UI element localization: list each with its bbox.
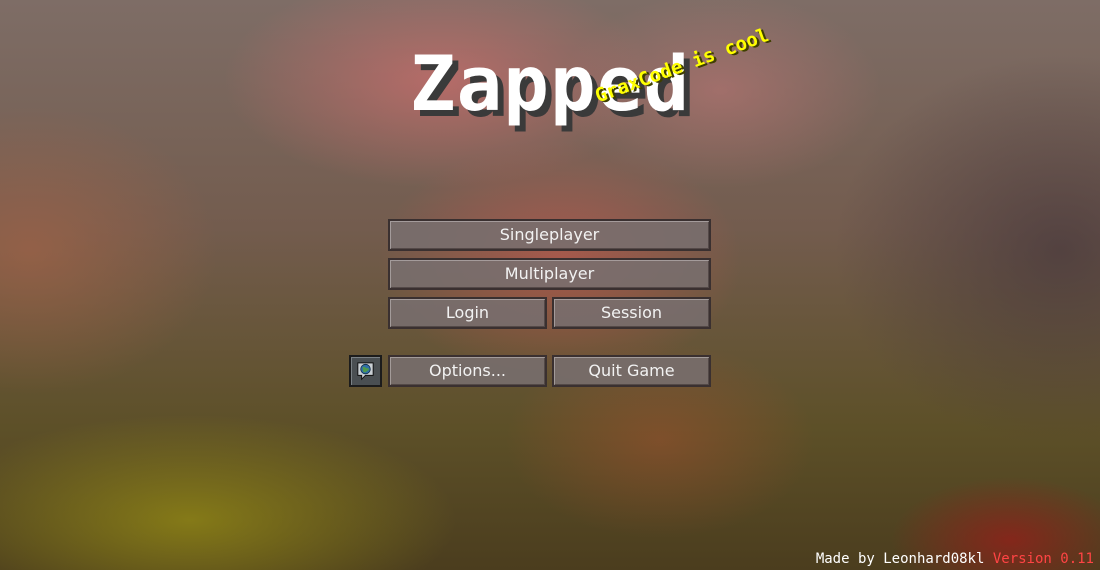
globe-speech-icon — [357, 362, 374, 381]
multiplayer-button[interactable]: Multiplayer — [388, 258, 711, 290]
login-button[interactable]: Login — [388, 297, 547, 329]
game-title-logo: Zapped — [409, 39, 691, 128]
quit-game-button[interactable]: Quit Game — [552, 355, 711, 387]
singleplayer-button[interactable]: Singleplayer — [388, 219, 711, 251]
version-text: Version 0.11 — [992, 551, 1094, 567]
language-button[interactable] — [349, 355, 382, 387]
footer-info: Made by Leonhard08kl Version 0.11 — [816, 551, 1094, 567]
credit-text: Made by Leonhard08kl — [815, 551, 985, 567]
session-button[interactable]: Session — [552, 297, 711, 329]
options-button[interactable]: Options... — [388, 355, 547, 387]
